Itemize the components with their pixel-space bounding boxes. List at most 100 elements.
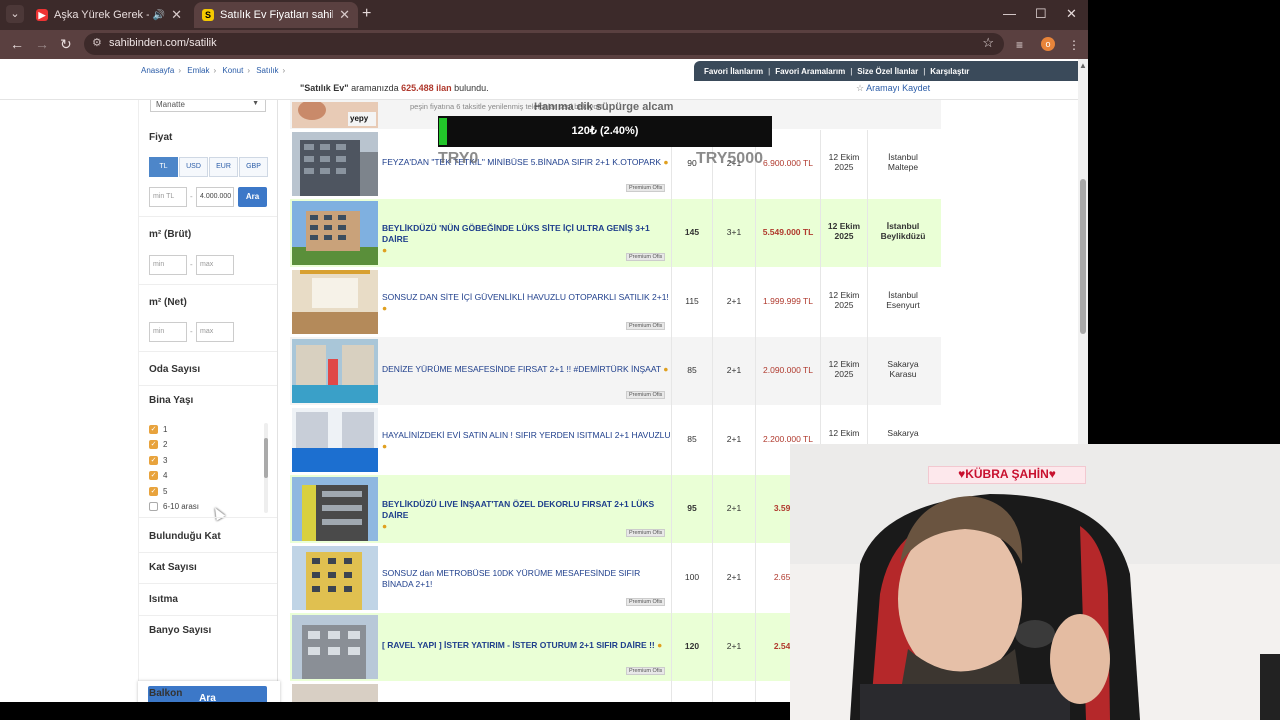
column-divider bbox=[671, 130, 672, 702]
tab-search-icon[interactable]: ⌄ bbox=[6, 5, 24, 23]
m2-net-max-input[interactable]: max bbox=[196, 322, 234, 342]
divider bbox=[139, 284, 277, 285]
site-settings-icon[interactable]: ⚙ bbox=[92, 36, 102, 49]
listing-title-text: HAYALİNİZDEKİ EVİ SATIN ALIN ! SIFIR YER… bbox=[382, 430, 671, 440]
listing-photo[interactable] bbox=[292, 546, 378, 610]
listing-row[interactable]: SONSUZ DAN SİTE İÇİ GÜVENLİKLİ HAVUZLU O… bbox=[290, 268, 941, 337]
breadcrumb-emlak[interactable]: Emlak bbox=[187, 66, 209, 75]
url-field[interactable]: ⚙ sahibinden.com/satilik ☆ bbox=[84, 33, 1004, 55]
tab-sahibinden[interactable]: S Satılık Ev Fiyatları sahibinden.com ✕ bbox=[194, 2, 358, 28]
price-max-input[interactable]: 4.000.000 bbox=[196, 187, 234, 207]
floor-filter-title[interactable]: Bulunduğu Kat bbox=[149, 531, 221, 542]
scroll-thumb[interactable] bbox=[264, 438, 268, 478]
listing-photo[interactable] bbox=[292, 132, 378, 196]
listing-location: Sakarya bbox=[868, 428, 938, 438]
building-age-option[interactable]: ✓ 2 bbox=[149, 440, 167, 449]
currency-gbp-button[interactable]: GBP bbox=[239, 157, 268, 177]
building-photo bbox=[292, 132, 378, 196]
listing-photo[interactable] bbox=[292, 615, 378, 679]
special-listings-link[interactable]: Size Özel İlanlar bbox=[857, 67, 918, 76]
listing-photo[interactable] bbox=[292, 408, 378, 472]
favorite-searches-link[interactable]: Favori Aramalarım bbox=[775, 67, 845, 76]
forward-icon[interactable]: → bbox=[35, 36, 49, 52]
listing-photo[interactable] bbox=[292, 477, 378, 541]
listing-row[interactable]: BEYLİKDÜZÜ 'NÜN GÖBEĞİNDE LÜKS SİTE İÇİ … bbox=[290, 199, 941, 268]
m2-brut-max-input[interactable]: max bbox=[196, 255, 234, 275]
scroll-thumb[interactable] bbox=[1080, 179, 1086, 334]
maximize-icon[interactable]: ☐ bbox=[1035, 6, 1047, 22]
bathroom-title[interactable]: Banyo Sayısı bbox=[149, 625, 211, 636]
listing-title-text: DENİZE YÜRÜME MESAFESİNDE FIRSAT 2+1 !! … bbox=[382, 364, 661, 374]
tab-title: Aşka Yürek Gerek - YouTube bbox=[54, 9, 149, 21]
listing-date: 12 Ekim 2025 bbox=[821, 290, 867, 310]
listing-price: 1.999.999 TL bbox=[763, 296, 813, 306]
listing-row[interactable]: DENİZE YÜRÜME MESAFESİNDE FIRSAT 2+1 !! … bbox=[290, 337, 941, 406]
close-tab-icon[interactable]: ✕ bbox=[171, 7, 182, 23]
tab-youtube[interactable]: ▶ Aşka Yürek Gerek - YouTube 🔊 ✕ bbox=[28, 2, 190, 28]
lightbulb-icon: ● bbox=[382, 521, 388, 531]
back-icon[interactable]: ← bbox=[10, 36, 24, 52]
listing-m2: 85 bbox=[687, 434, 697, 444]
price-min-input[interactable]: min TL bbox=[149, 187, 187, 207]
listing-photo[interactable] bbox=[292, 339, 378, 403]
m2-brut-min-input[interactable]: min bbox=[149, 255, 187, 275]
building-age-option[interactable]: ✓ 4 bbox=[149, 471, 167, 480]
compare-link[interactable]: Karşılaştır bbox=[930, 67, 969, 76]
save-search-link[interactable]: ☆ Aramayı Kaydet bbox=[856, 83, 930, 94]
listing-title[interactable]: DENİZE YÜRÜME MESAFESİNDE FIRSAT 2+1 !! … bbox=[382, 364, 672, 375]
column-divider bbox=[712, 130, 713, 702]
minimize-icon[interactable]: — bbox=[1003, 6, 1016, 21]
listing-title[interactable]: FEYZA'DAN "TEK TETKİL" MİNİBÜSE 5.BİNADA… bbox=[382, 157, 672, 168]
building-age-option[interactable]: ✓ 5 bbox=[149, 487, 167, 496]
m2-net-title[interactable]: m² (Net) bbox=[149, 297, 187, 308]
media-control-icon[interactable]: ≡ bbox=[1016, 38, 1023, 52]
listing-photo[interactable] bbox=[292, 684, 378, 702]
building-age-option[interactable]: ✓ 1 bbox=[149, 425, 167, 434]
speaker-icon[interactable]: 🔊 bbox=[153, 10, 165, 21]
listing-title[interactable]: SONSUZ dan METROBÜSE 10DK YÜRÜME MESAFES… bbox=[382, 568, 672, 590]
new-tab-icon[interactable]: + bbox=[362, 5, 371, 23]
price-search-button[interactable]: Ara bbox=[238, 187, 267, 207]
listing-title[interactable]: SONSUZ DAN SİTE İÇİ GÜVENLİKLİ HAVUZLU O… bbox=[382, 292, 672, 314]
profile-avatar[interactable]: o bbox=[1041, 37, 1055, 51]
price-filter-title[interactable]: Fiyat bbox=[149, 132, 172, 143]
balcony-title[interactable]: Balkon bbox=[149, 688, 182, 699]
building-age-title[interactable]: Bina Yaşı bbox=[149, 395, 193, 406]
address-bar: ← → ↻ ⚙ sahibinden.com/satilik ☆ ≡ ⋮ bbox=[0, 30, 1088, 59]
currency-eur-button[interactable]: EUR bbox=[209, 157, 238, 177]
pool-photo bbox=[292, 408, 378, 472]
breadcrumb-konut[interactable]: Konut bbox=[222, 66, 243, 75]
bookmark-star-icon[interactable]: ☆ bbox=[982, 35, 994, 51]
currency-tl-button[interactable]: TL bbox=[149, 157, 178, 177]
listing-photo[interactable] bbox=[292, 201, 378, 265]
rooms-filter-title[interactable]: Oda Sayısı bbox=[149, 364, 200, 375]
option-label: 5 bbox=[163, 487, 168, 496]
breadcrumb-home[interactable]: Anasayfa bbox=[141, 66, 174, 75]
m2-net-min-input[interactable]: min bbox=[149, 322, 187, 342]
building-age-option[interactable]: ✓ 3 bbox=[149, 456, 167, 465]
building-photo bbox=[292, 615, 378, 679]
favorite-listings-link[interactable]: Favori İlanlarım bbox=[704, 67, 763, 76]
listing-title[interactable]: [ RAVEL YAPI ] İSTER YATIRIM - İSTER OTU… bbox=[382, 640, 672, 651]
m2-brut-title[interactable]: m² (Brüt) bbox=[149, 229, 191, 240]
mouse-cursor-icon bbox=[210, 505, 226, 521]
heart-icon: ♥ bbox=[1048, 467, 1056, 481]
building-age-option[interactable]: 6-10 arası bbox=[149, 502, 199, 511]
listing-title-text: FEYZA'DAN "TEK TETKİL" MİNİBÜSE 5.BİNADA… bbox=[382, 157, 662, 167]
reload-icon[interactable]: ↻ bbox=[60, 36, 72, 53]
floor-count-title[interactable]: Kat Sayısı bbox=[149, 562, 197, 573]
location-city: Sakarya bbox=[887, 428, 919, 438]
more-menu-icon[interactable]: ⋮ bbox=[1068, 38, 1080, 52]
listing-title[interactable]: HAYALİNİZDEKİ EVİ SATIN ALIN ! SIFIR YER… bbox=[382, 430, 672, 452]
listing-title[interactable]: BEYLİKDÜZÜ 'NÜN GÖBEĞİNDE LÜKS SİTE İÇİ … bbox=[382, 223, 672, 256]
breadcrumb-satilik[interactable]: Satılık bbox=[256, 66, 278, 75]
sort-select[interactable]: Manatte ▼ bbox=[150, 100, 266, 112]
listing-photo[interactable] bbox=[292, 270, 378, 334]
currency-usd-button[interactable]: USD bbox=[179, 157, 208, 177]
scroll-up-icon[interactable]: ▲ bbox=[1079, 61, 1087, 70]
close-window-icon[interactable]: ✕ bbox=[1066, 6, 1077, 22]
heating-title[interactable]: Isıtma bbox=[149, 594, 178, 605]
listing-title[interactable]: BEYLİKDÜZÜ LIVE İNŞAAT'TAN ÖZEL DEKORLU … bbox=[382, 499, 672, 532]
close-tab-icon[interactable]: ✕ bbox=[339, 7, 350, 23]
options-scrollbar[interactable] bbox=[264, 423, 268, 513]
